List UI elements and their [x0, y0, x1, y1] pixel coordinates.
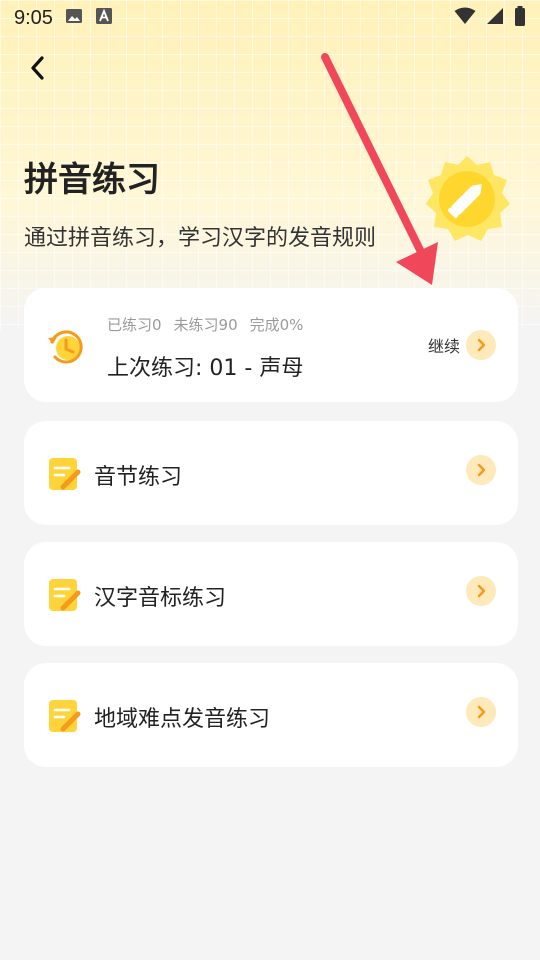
last-practice-card[interactable]: 已练习0 未练习90 完成0% 上次练习: 01 - 声母 继续	[24, 288, 518, 402]
chevron-right-icon	[466, 697, 496, 727]
chevron-left-icon	[31, 56, 44, 80]
list-item-regional-pronunciation-practice[interactable]: 地域难点发音练习	[24, 663, 518, 767]
note-edit-icon	[48, 578, 82, 612]
status-bar: 9:05	[0, 0, 540, 36]
wifi-icon	[454, 7, 476, 29]
item-label: 地域难点发音练习	[94, 707, 271, 732]
note-edit-icon	[48, 457, 82, 491]
back-button[interactable]	[20, 50, 56, 86]
completion-rate: 完成0%	[249, 316, 304, 334]
chevron-right-icon	[466, 576, 496, 606]
list-item-hanzi-phonetic-practice[interactable]: 汉字音标练习	[24, 542, 518, 646]
page-title: 拼音练习	[24, 160, 160, 200]
unpracticed-count: 未练习90	[173, 316, 238, 334]
last-practice-label: 上次练习: 01 - 声母	[107, 356, 304, 381]
item-label: 汉字音标练习	[94, 586, 227, 611]
continue-label: 继续	[427, 337, 460, 356]
image-icon	[65, 7, 83, 29]
item-label: 音节练习	[94, 465, 183, 490]
pencil-badge-icon	[420, 152, 514, 246]
practice-stats: 已练习0 未练习90 完成0%	[107, 314, 303, 335]
signal-icon	[486, 7, 504, 29]
continue-button[interactable]: 继续	[428, 330, 496, 360]
chevron-right-icon	[466, 455, 496, 485]
list-item-syllable-practice[interactable]: 音节练习	[24, 421, 518, 525]
page-subtitle: 通过拼音练习，学习汉字的发音规则	[24, 226, 377, 251]
font-icon	[95, 7, 113, 29]
status-time: 9:05	[14, 6, 53, 29]
chevron-right-icon	[466, 330, 496, 360]
note-edit-icon	[48, 699, 82, 733]
history-clock-icon	[46, 328, 84, 366]
practiced-count: 已练习0	[107, 316, 162, 334]
battery-icon	[514, 6, 526, 30]
